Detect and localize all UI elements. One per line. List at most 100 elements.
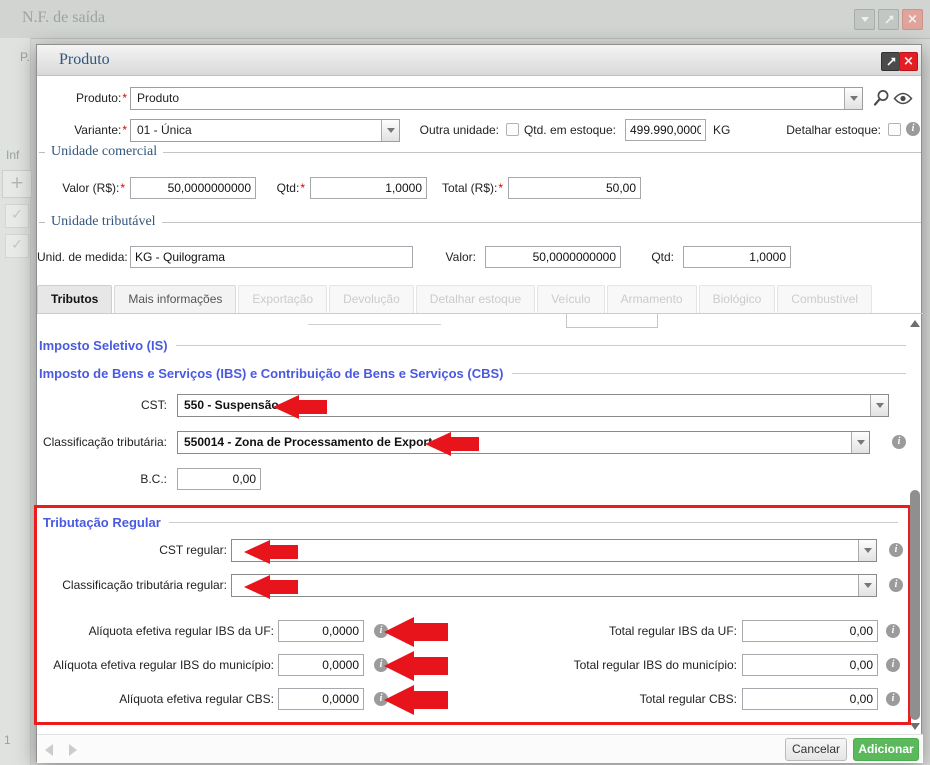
expand-icon [886,57,896,67]
background-window-titlebar: N.F. de saída [0,0,930,39]
check-icon[interactable] [5,204,29,228]
cst-regular-label: CST regular: [37,542,227,558]
plus-icon[interactable] [2,170,32,198]
total-ibs-uf-input[interactable] [742,620,878,642]
qtd-tributavel-label: Qtd: [627,249,674,265]
chevron-down-icon[interactable] [844,88,862,109]
variante-combobox[interactable]: 01 - Única [130,119,400,142]
unidade-comercial-fieldset: Unidade comercial [39,144,921,160]
bc-label: B.C.: [37,471,167,487]
tab-devolucao: Devolução [329,285,414,313]
detalhar-estoque-checkbox[interactable] [888,123,901,136]
aliquota-cbs-label: Alíquota efetiva regular CBS: [37,691,274,707]
classificacao-select[interactable]: 550014 - Zona de Processamento de Export… [177,431,870,454]
chevron-down-icon[interactable] [870,395,888,416]
produto-combobox[interactable]: Produto [130,87,863,110]
close-icon [907,13,918,26]
screen: N.F. de saída P. Inf 1 Produto Produto:*… [0,0,930,765]
tab-tributos[interactable]: Tributos [37,285,112,313]
dialog-title: Produto [59,51,110,69]
background-partial-text: P. [20,50,30,64]
info-icon[interactable] [892,435,906,449]
cst-regular-select[interactable] [231,539,877,562]
vertical-scrollbar[interactable] [909,316,922,736]
variante-value: 01 - Única [131,120,381,141]
qtd-estoque-input[interactable] [625,119,706,141]
info-icon[interactable] [906,122,920,136]
annotation-arrow [244,540,298,564]
total-comercial-label: Total (R$):* [357,180,503,196]
eye-icon[interactable] [893,92,913,105]
variante-label: Variante:* [37,122,127,138]
unidade-tributavel-legend: Unidade tributável [51,214,156,230]
expand-icon [884,15,894,25]
unid-medida-input[interactable] [130,246,413,268]
detalhar-estoque-label: Detalhar estoque: [737,122,881,138]
total-ibs-uf-label: Total regular IBS da UF: [437,623,737,639]
tab-combustivel: Combustível [777,285,872,313]
info-icon[interactable] [889,578,903,592]
total-comercial-input[interactable] [508,177,641,199]
cst-label: CST: [37,397,167,413]
maximize-button[interactable] [878,9,899,30]
previous-item-button[interactable] [45,744,53,756]
valor-comercial-label: Valor (R$):* [37,180,125,196]
chevron-down-icon[interactable] [851,432,869,453]
info-icon[interactable] [886,692,900,706]
collapse-button[interactable] [854,9,875,30]
background-row-number: 1 [4,733,11,747]
bc-input[interactable] [177,468,261,490]
tab-bar: Tributos Mais informações Exportação Dev… [37,285,923,314]
aliquota-ibs-municipio-label: Alíquota efetiva regular IBS do municípi… [37,657,274,673]
cancel-button[interactable]: Cancelar [785,738,847,761]
tab-mais-informacoes[interactable]: Mais informações [114,285,236,313]
scroll-up-icon[interactable] [910,320,920,327]
produto-label: Produto:* [37,90,127,106]
classificacao-regular-select[interactable] [231,574,877,597]
info-icon[interactable] [886,658,900,672]
classificacao-regular-value [232,575,858,596]
aliquota-ibs-uf-label: Alíquota efetiva regular IBS da UF: [37,623,274,639]
maximize-button[interactable] [881,52,900,71]
aliquota-ibs-uf-input[interactable] [278,620,364,642]
clipped-field [308,322,441,325]
next-item-button[interactable] [69,744,77,756]
add-button[interactable]: Adicionar [853,738,919,761]
total-cbs-label: Total regular CBS: [437,691,737,707]
info-icon[interactable] [889,543,903,557]
unidade-comercial-legend: Unidade comercial [51,144,157,160]
total-ibs-municipio-label: Total regular IBS do município: [437,657,737,673]
dialog-header[interactable]: Produto [37,45,921,76]
annotation-arrow [425,432,479,456]
check-icon[interactable] [5,234,29,258]
section-imposto-seletivo: Imposto Seletivo (IS) [39,338,906,353]
qtd-comercial-label: Qtd:* [237,180,305,196]
produto-dialog: Produto Produto:* Produto Variante:* 01 … [36,44,922,762]
aliquota-ibs-municipio-input[interactable] [278,654,364,676]
background-window-controls [854,9,923,30]
scrollbar-thumb[interactable] [910,490,920,720]
section-tributacao-regular: Tributação Regular [43,515,898,530]
close-button[interactable] [899,52,918,71]
produto-value: Produto [131,88,844,109]
qtd-tributavel-input[interactable] [683,246,791,268]
valor-tributavel-input[interactable] [485,246,621,268]
total-cbs-input[interactable] [742,688,878,710]
clipped-field [566,314,658,328]
annotation-arrow [273,395,327,419]
search-icon[interactable] [873,89,890,107]
valor-tributavel-label: Valor: [397,249,476,265]
chevron-down-icon[interactable] [858,540,876,561]
scroll-down-icon[interactable] [910,723,920,730]
section-ibs-cbs: Imposto de Bens e Serviços (IBS) e Contr… [39,366,906,381]
close-button[interactable] [902,9,923,30]
chevron-down-icon[interactable] [858,575,876,596]
annotation-arrow [244,575,298,599]
classificacao-value: 550014 - Zona de Processamento de Export… [178,432,851,453]
total-ibs-municipio-input[interactable] [742,654,878,676]
info-icon[interactable] [886,624,900,638]
tab-biologico: Biológico [699,285,776,313]
tab-armamento: Armamento [607,285,697,313]
chevron-down-icon [861,17,869,22]
aliquota-cbs-input[interactable] [278,688,364,710]
